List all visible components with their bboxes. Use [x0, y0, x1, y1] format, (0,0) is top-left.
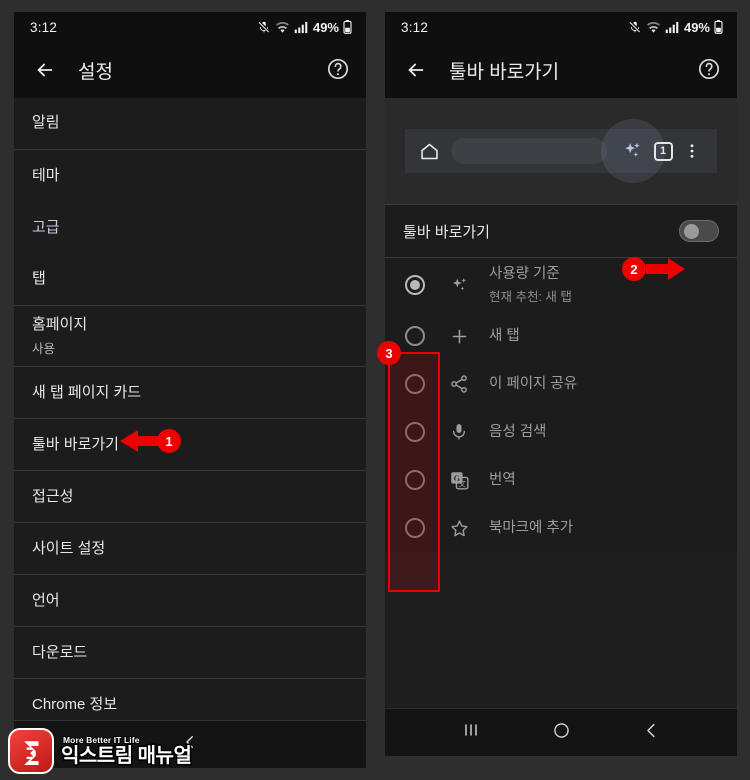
- setting-sublabel: 사용: [32, 342, 56, 357]
- setting-row-notifications[interactable]: 알림: [14, 98, 366, 150]
- mic-off-icon: [628, 20, 642, 34]
- setting-row-tabs[interactable]: 탭: [14, 254, 366, 306]
- setting-row-site-settings[interactable]: 사이트 설정: [14, 523, 366, 576]
- help-circle-icon[interactable]: [326, 57, 352, 83]
- option-title: 북마크에 추가: [489, 519, 574, 536]
- setting-row-theme[interactable]: 테마: [14, 150, 366, 202]
- toolbar-shortcut-switch[interactable]: [679, 220, 719, 242]
- three-dot-menu-icon[interactable]: [679, 142, 705, 160]
- tab-count-label: 1: [653, 141, 673, 161]
- setting-label: 툴바 바로가기: [32, 435, 119, 453]
- signal-bars-icon: [665, 21, 679, 34]
- callout-marker-3: 3: [377, 341, 401, 365]
- toolbar-shortcut-toggle-row[interactable]: 툴바 바로가기: [385, 204, 737, 258]
- option-title: 번역: [489, 471, 516, 488]
- setting-row-advanced[interactable]: 고급: [14, 202, 366, 254]
- sparkle-ai-icon[interactable]: [617, 140, 647, 162]
- tab-counter[interactable]: 1: [647, 141, 679, 161]
- mic-off-icon: [257, 20, 271, 34]
- toggle-label: 툴바 바로가기: [403, 223, 490, 241]
- setting-label: 탭: [32, 270, 46, 288]
- battery-percent: 49%: [312, 19, 339, 35]
- option-text: 이 페이지 공유: [489, 375, 577, 394]
- toolbar-mock: 1: [405, 119, 717, 183]
- arrow-left-icon[interactable]: [30, 55, 60, 85]
- status-bar-right: 3:12 49%: [385, 12, 737, 42]
- watermark-logo-icon: [8, 728, 54, 774]
- page-title: 툴바 바로가기: [449, 61, 560, 83]
- setting-label: 테마: [32, 166, 60, 184]
- sparkle-ai-icon: [447, 273, 471, 297]
- status-bar-left: 3:12 49%: [14, 12, 366, 42]
- option-text: 새 탭: [489, 327, 520, 346]
- option-title: 새 탭: [489, 327, 520, 344]
- chevron-left-icon[interactable]: [642, 721, 661, 745]
- left-phone-screenshot: 3:12 49% 설정 알림 테마 고급 탭 홈페이지 사용 새 탭 페이지 카…: [14, 12, 366, 768]
- setting-row-languages[interactable]: 언어: [14, 575, 366, 628]
- translate-icon: G 文: [447, 468, 471, 492]
- status-icons: 49%: [257, 20, 352, 35]
- url-bar-placeholder[interactable]: [451, 138, 607, 164]
- wifi-icon: [646, 21, 661, 34]
- microphone-icon: [447, 420, 471, 444]
- option-title: 사용량 기준: [489, 266, 560, 283]
- setting-label: 고급: [32, 218, 60, 236]
- share-icon: [447, 372, 471, 396]
- setting-label: 알림: [32, 114, 60, 132]
- android-nav-bar: [385, 708, 737, 756]
- signal-bars-icon: [294, 21, 308, 34]
- radio-button[interactable]: [405, 326, 425, 346]
- setting-label: 접근성: [32, 487, 74, 505]
- home-circle-icon[interactable]: [552, 721, 571, 745]
- setting-label: Chrome 정보: [32, 695, 118, 713]
- recent-apps-icon[interactable]: [461, 721, 481, 744]
- status-time: 3:12: [401, 19, 429, 35]
- setting-row-toolbar-shortcut[interactable]: 툴바 바로가기: [14, 419, 366, 472]
- setting-label: 다운로드: [32, 643, 88, 661]
- radio-button[interactable]: [405, 275, 425, 295]
- battery-percent: 49%: [683, 19, 710, 35]
- right-app-bar: 툴바 바로가기: [385, 42, 737, 98]
- setting-row-accessibility[interactable]: 접근성: [14, 471, 366, 524]
- setting-label: 사이트 설정: [32, 539, 106, 557]
- status-time: 3:12: [30, 19, 58, 35]
- setting-label: 언어: [32, 591, 60, 609]
- star-outline-icon: [447, 516, 471, 540]
- screenshot-stage: 3:12 49% 설정 알림 테마 고급 탭 홈페이지 사용 새 탭 페이지 카…: [0, 0, 750, 780]
- option-text: 북마크에 추가: [489, 519, 573, 538]
- battery-icon: [343, 20, 352, 34]
- arrow-left-icon[interactable]: [401, 55, 431, 85]
- option-text: 번역: [489, 471, 516, 490]
- callout-arrow-2: [645, 254, 687, 289]
- battery-icon: [714, 20, 723, 34]
- option-title: 이 페이지 공유: [489, 375, 578, 392]
- toolbar-preview-area: 1: [385, 98, 737, 204]
- callout-marker-1: 1: [157, 429, 181, 453]
- switch-knob: [684, 224, 699, 239]
- option-text: 사용량 기준 현재 추천: 새 탭: [489, 265, 572, 305]
- wifi-icon: [275, 21, 290, 34]
- setting-label: 홈페이지: [32, 316, 88, 333]
- help-circle-icon[interactable]: [697, 57, 723, 83]
- page-title: 설정: [78, 61, 113, 83]
- watermark-text: More Better IT Life 익스트림 매뉴얼: [59, 735, 193, 767]
- watermark: More Better IT Life 익스트림 매뉴얼: [8, 728, 193, 774]
- setting-label: 새 탭 페이지 카드: [32, 383, 142, 401]
- left-app-bar: 설정: [14, 42, 366, 98]
- option-subtitle: 현재 추천: 새 탭: [489, 289, 572, 304]
- status-icons: 49%: [628, 20, 723, 35]
- settings-list: 알림 테마 고급 탭 홈페이지 사용 새 탭 페이지 카드 툴바 바로가기 접근…: [14, 98, 366, 768]
- option-text: 음성 검색: [489, 423, 546, 442]
- home-icon: [417, 141, 441, 162]
- callout-box-3: [388, 352, 440, 592]
- option-title: 음성 검색: [489, 423, 547, 440]
- svg-text:文: 文: [458, 478, 466, 488]
- callout-marker-2: 2: [622, 257, 646, 281]
- setting-row-homepage[interactable]: 홈페이지 사용: [14, 306, 366, 368]
- watermark-tagline: More Better IT Life: [62, 735, 140, 746]
- watermark-name: 익스트림 매뉴얼: [59, 744, 193, 767]
- plus-icon: [447, 324, 471, 348]
- setting-row-downloads[interactable]: 다운로드: [14, 627, 366, 680]
- setting-row-new-tab-page-cards[interactable]: 새 탭 페이지 카드: [14, 367, 366, 420]
